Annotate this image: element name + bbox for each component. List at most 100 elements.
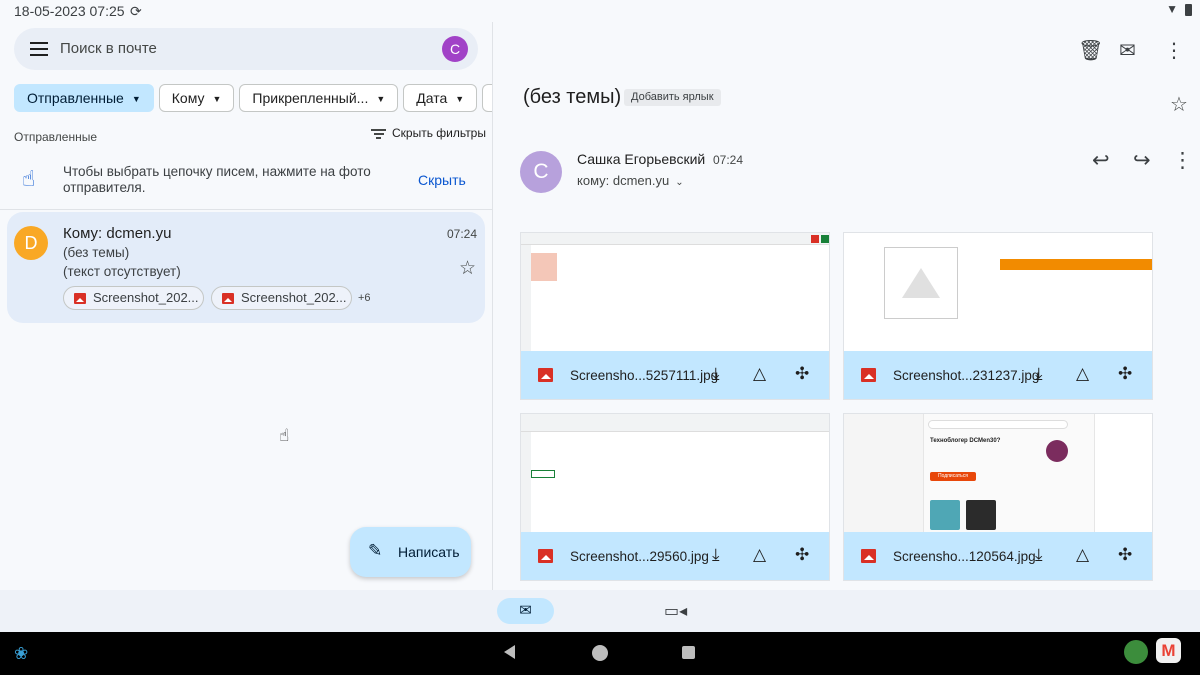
more-vert-icon[interactable]: ⋮: [1172, 148, 1193, 173]
google-drive-icon[interactable]: △: [753, 364, 766, 384]
thumb-channel-avatar: [1046, 440, 1068, 462]
filter-chip-label: Кому: [171, 90, 205, 106]
menu-icon[interactable]: [30, 42, 48, 60]
dropdown-arrow-icon: ▼: [376, 94, 386, 105]
filter-chip-label: Дата: [416, 90, 448, 106]
bottom-navigation: ✉ ▭◂: [0, 590, 1200, 632]
add-to-photos-icon[interactable]: ✣: [1118, 545, 1132, 565]
launcher-lotus-icon[interactable]: ❀: [14, 644, 28, 664]
compose-label: Написать: [398, 544, 460, 560]
attachment-thumbnail[interactable]: Техноблогер DCMen30? Подписаться: [844, 414, 1152, 532]
filter-chip-label: Прикрепленный...: [252, 90, 369, 106]
video-camera-icon[interactable]: ▭◂: [664, 601, 687, 621]
image-file-icon: [222, 293, 234, 304]
pane-divider: [492, 22, 493, 590]
back-icon[interactable]: [504, 645, 515, 659]
compose-button[interactable]: ✎ Написать: [350, 527, 471, 577]
search-bar[interactable]: Поиск в почте C: [14, 28, 478, 70]
filter-chips: Отправленные ▼ Кому ▼ Прикрепленный... ▼ Дата ▼: [14, 84, 492, 112]
image-file-icon: [538, 549, 553, 563]
attachment-thumbnail[interactable]: [521, 414, 829, 532]
image-file-icon: [538, 368, 553, 382]
nav-mail-tab[interactable]: ✉: [497, 598, 554, 624]
attachment-chip[interactable]: Screenshot_202...: [211, 286, 352, 310]
forward-icon[interactable]: ↪: [1133, 148, 1151, 173]
hand-cursor-icon: ☝: [279, 426, 290, 445]
recipient-avatar[interactable]: D: [14, 226, 48, 260]
thumb-video-preview: [930, 500, 960, 530]
thumb-subscribe-button: Подписаться: [930, 472, 976, 481]
filter-chip-to[interactable]: Кому ▼: [158, 84, 235, 112]
filter-icon: [371, 127, 386, 141]
recipient-details[interactable]: кому: dcmen.yu ⌄: [577, 173, 684, 188]
image-file-icon: [74, 293, 86, 304]
auto-rotate-icon: ⟳: [130, 3, 142, 19]
thumb-row-headers: [521, 432, 531, 532]
star-icon[interactable]: ☆: [1170, 92, 1188, 117]
mail-list-item[interactable]: D Кому: dcmen.yu 07:24 (без темы) (текст…: [7, 212, 485, 323]
more-vert-icon[interactable]: ⋮: [1164, 38, 1184, 63]
attachment-card[interactable]: Screenshot...231237.jpg ⤓ △ ✣: [843, 232, 1153, 400]
add-to-photos-icon[interactable]: ✣: [1118, 364, 1132, 384]
attachment-card[interactable]: Screensho...5257111.jpg ⤓ △ ✣: [520, 232, 830, 400]
recents-icon[interactable]: [682, 646, 695, 659]
mail-icon: ✉: [519, 602, 532, 619]
filter-chip-date[interactable]: Дата ▼: [403, 84, 478, 112]
download-icon[interactable]: ⤓: [1035, 545, 1043, 565]
status-bar: 18-05-2023 07:25 ⟳ ▼: [0, 0, 1200, 22]
hide-filters-button[interactable]: Скрыть фильтры: [371, 126, 486, 141]
sender-avatar[interactable]: C: [520, 151, 562, 193]
attachment-chip-label: Screenshot_202...: [241, 290, 347, 305]
message-subject: (без темы): [523, 86, 622, 108]
attachment-filename: Screensho...5257111.jpg: [570, 368, 719, 383]
google-drive-icon[interactable]: △: [1076, 364, 1089, 384]
add-to-photos-icon[interactable]: ✣: [795, 545, 809, 565]
hide-tip-button[interactable]: Скрыть: [418, 172, 466, 188]
gmail-app-icon[interactable]: M: [1156, 638, 1181, 663]
account-avatar[interactable]: C: [442, 36, 468, 62]
thumb-context-menu: [1094, 414, 1152, 532]
battery-icon: [1185, 4, 1192, 16]
mail-list-pane: Поиск в почте C Отправленные ▼ Кому ▼ Прикре…: [0, 22, 492, 590]
star-icon[interactable]: ☆: [459, 257, 476, 280]
thumb-promo-title: Техноблогер DCMen30?: [930, 438, 1001, 444]
attachment-card[interactable]: Техноблогер DCMen30? Подписаться Screens…: [843, 413, 1153, 581]
add-label-button[interactable]: Добавить ярлык: [624, 89, 721, 106]
attachment-card[interactable]: Screenshot...29560.jpg ⤓ △ ✣: [520, 413, 830, 581]
google-drive-icon[interactable]: △: [1076, 545, 1089, 565]
sender-name: Сашка Егорьевский: [577, 151, 706, 167]
attachment-thumbnail[interactable]: [521, 233, 829, 351]
thumb-green-button: [821, 235, 829, 243]
pencil-icon: ✎: [368, 541, 383, 560]
tip-banner: ☝ Чтобы выбрать цепочку писем, нажмите н…: [0, 154, 492, 210]
filter-chip-more[interactable]: [482, 84, 492, 112]
filter-chip-label: Отправленные: [27, 90, 124, 106]
google-drive-icon[interactable]: △: [753, 545, 766, 565]
android-app-icon[interactable]: [1124, 640, 1148, 664]
delete-icon[interactable]: 🗑: [1078, 38, 1103, 63]
add-to-photos-icon[interactable]: ✣: [795, 364, 809, 384]
filter-chip-attachment[interactable]: Прикрепленный... ▼: [239, 84, 399, 112]
hide-filters-label: Скрыть фильтры: [392, 126, 486, 140]
mail-subject: (без темы): [63, 245, 130, 260]
filter-chip-sent[interactable]: Отправленные ▼: [14, 84, 154, 112]
attachment-filename: Screenshot...29560.jpg: [570, 549, 709, 564]
attachment-thumbnail[interactable]: [844, 233, 1152, 351]
download-icon[interactable]: ⤓: [1035, 364, 1043, 384]
search-input[interactable]: Поиск в почте: [60, 40, 157, 57]
reply-icon[interactable]: ↩: [1092, 148, 1110, 173]
system-navigation-bar: ❀ M: [0, 632, 1200, 675]
mark-unread-icon[interactable]: ✉: [1119, 38, 1136, 63]
dropdown-arrow-icon: ▼: [455, 94, 465, 105]
more-attachments-count: +6: [358, 292, 371, 304]
attachment-bar: Screenshot...29560.jpg ⤓ △ ✣: [521, 532, 829, 580]
attachment-bar: Screensho...5257111.jpg ⤓ △ ✣: [521, 351, 829, 399]
thumb-selected-cell: [531, 470, 555, 478]
attachment-chip[interactable]: Screenshot_202...: [63, 286, 204, 310]
wifi-icon: ▼: [1166, 2, 1178, 16]
attachment-bar: Screensho...120564.jpg ⤓ △ ✣: [844, 532, 1152, 580]
thumb-red-button: [811, 235, 819, 243]
home-icon[interactable]: [592, 645, 608, 661]
download-icon[interactable]: ⤓: [712, 545, 720, 565]
download-icon[interactable]: ⤓: [712, 364, 720, 384]
